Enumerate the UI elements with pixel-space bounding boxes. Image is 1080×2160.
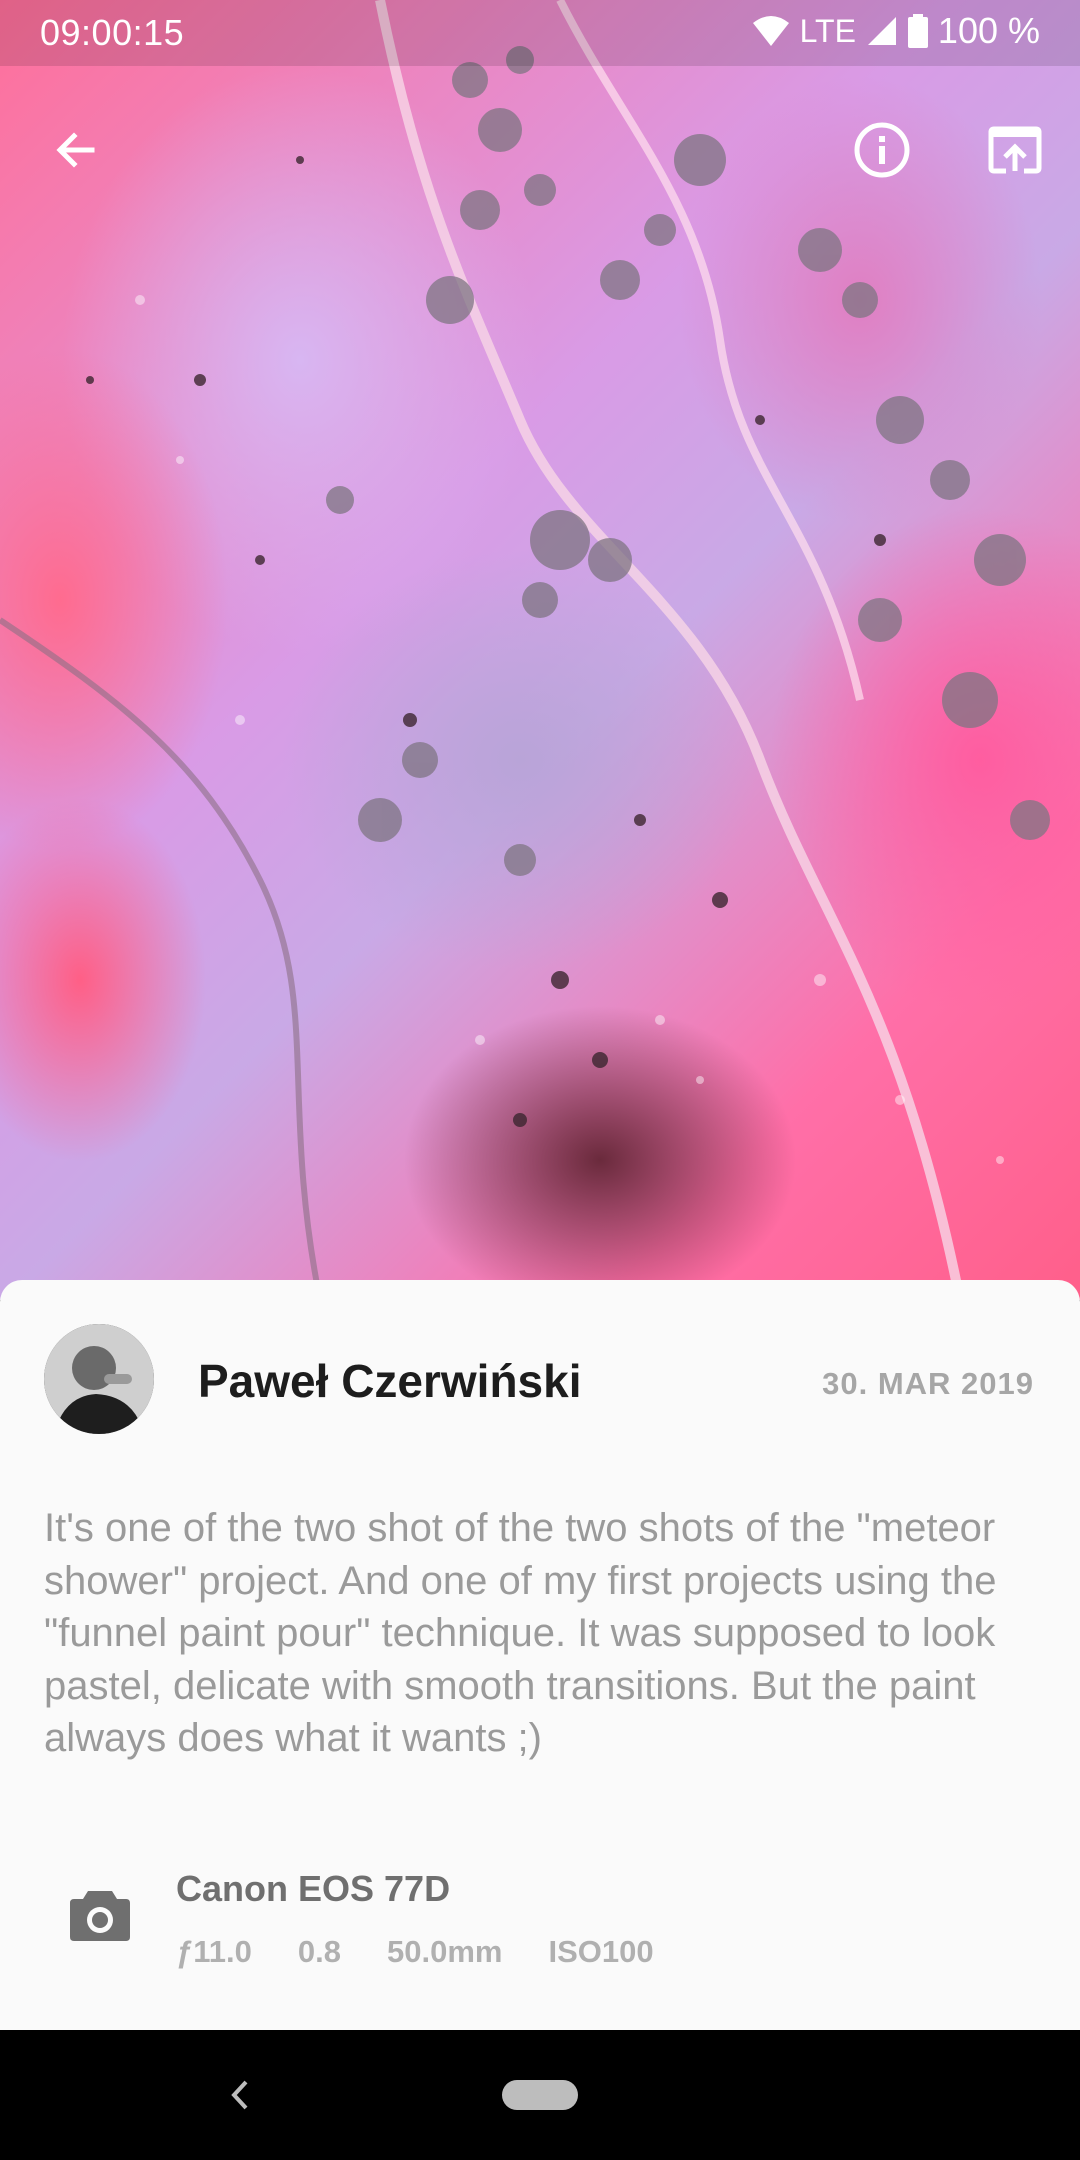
camera-model: Canon EOS 77D (176, 1868, 451, 1909)
back-button[interactable] (36, 110, 116, 190)
open-in-browser-button[interactable] (975, 110, 1055, 190)
exif-aperture: ƒ11.0 (176, 1934, 252, 1969)
nav-back-icon[interactable] (220, 2070, 260, 2120)
status-bar: 09:00:15 LTE 100 % (0, 0, 1080, 66)
system-nav-bar (0, 2030, 1080, 2160)
status-time: 09:00:15 (40, 12, 185, 53)
open-in-browser-icon (988, 126, 1042, 174)
status-icons: LTE 100 % (752, 10, 1040, 52)
nav-home-pill[interactable] (502, 2080, 578, 2110)
photo-info-sheet: Paweł Czerwiński 30. MAR 2019 It's one o… (0, 1280, 1080, 2030)
battery-level: 100 % (937, 10, 1040, 51)
signal-icon (867, 17, 896, 45)
exif-focal-length: 50.0mm (386, 1934, 503, 1969)
info-button[interactable] (842, 110, 922, 190)
battery-icon (907, 14, 928, 48)
camera-icon (70, 1891, 130, 1941)
wifi-icon (752, 16, 789, 46)
avatar[interactable] (44, 1324, 154, 1434)
arrow-left-icon (56, 132, 95, 168)
photo-description: It's one of the two shot of the two shot… (44, 1506, 997, 1760)
paint-texture (0, 0, 1050, 1300)
info-icon (854, 122, 910, 178)
network-type: LTE (799, 12, 856, 49)
publish-date: 30. MAR 2019 (822, 1366, 1034, 1401)
author-name[interactable]: Paweł Czerwiński (198, 1354, 582, 1408)
exif-iso: ISO100 (548, 1934, 654, 1969)
exif-details: ƒ11.0 0.8 50.0mm ISO100 (176, 1934, 654, 1970)
avatar-image (44, 1324, 154, 1434)
photo-image[interactable] (0, 0, 1080, 1300)
exif-exposure: 0.8 (297, 1934, 341, 1969)
